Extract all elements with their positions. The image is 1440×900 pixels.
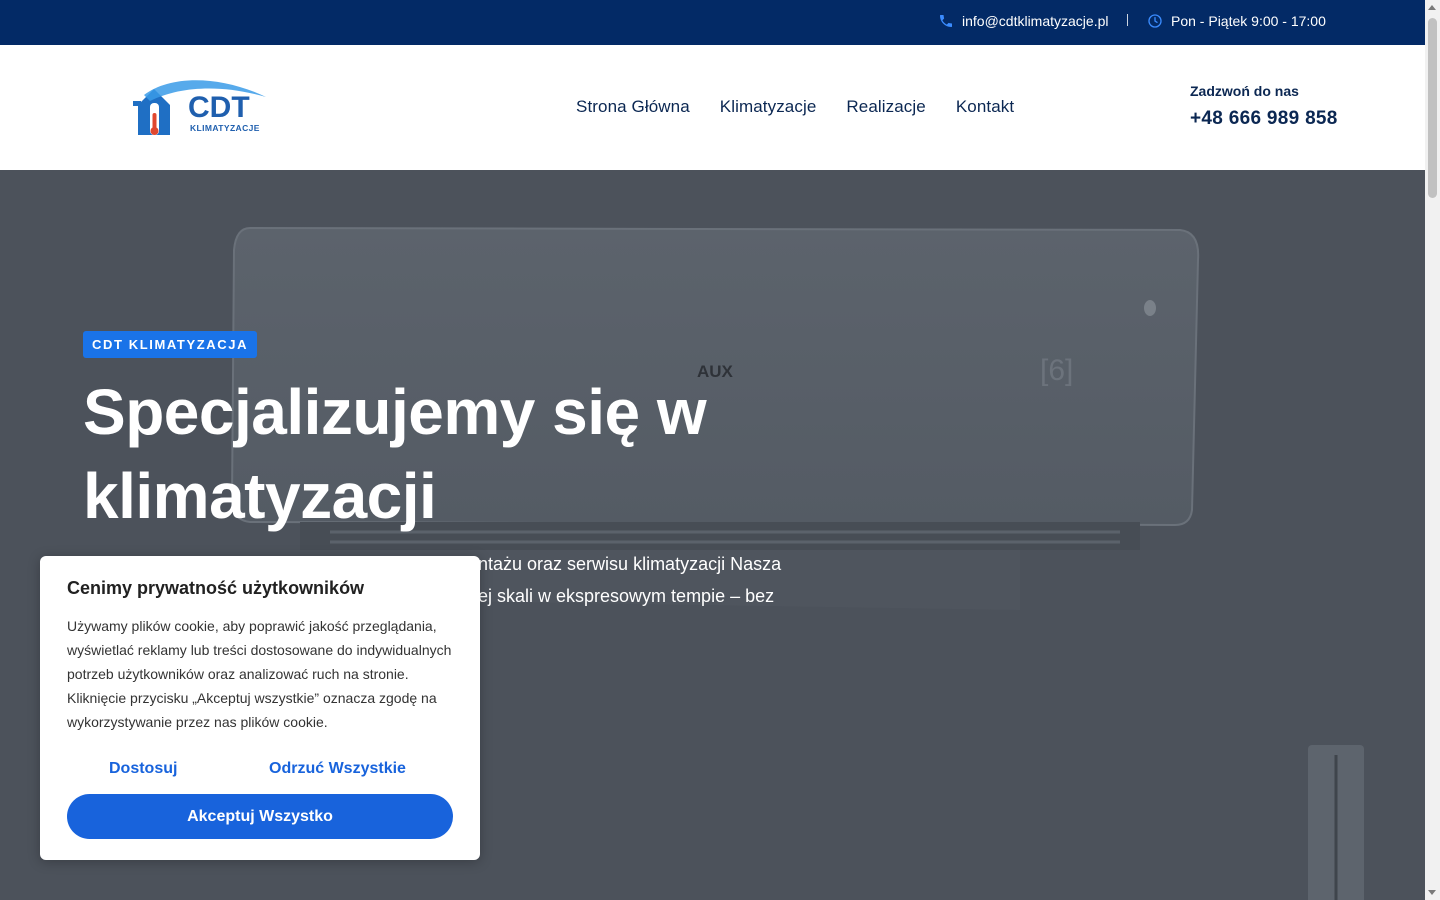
phone-icon <box>938 13 954 29</box>
topbar-separator <box>1127 14 1128 26</box>
scroll-up-arrow-icon[interactable] <box>1428 5 1436 10</box>
logo-sub: KLIMATYZACJE <box>190 123 260 133</box>
nav-item-contact[interactable]: Kontakt <box>956 97 1014 117</box>
scrollbar-thumb[interactable] <box>1428 18 1437 198</box>
topbar-email-text: info@cdtklimatyzacje.pl <box>962 13 1109 29</box>
clock-icon <box>1147 13 1163 29</box>
call-box: Zadzwoń do nas +48 666 989 858 <box>1190 83 1338 130</box>
topbar-hours: Pon - Piątek 9:00 - 17:00 <box>1147 13 1326 29</box>
main-nav: Strona Główna Klimatyzacje Realizacje Ko… <box>576 97 1014 117</box>
site-logo[interactable]: CDT KLIMATYZACJE <box>130 75 270 139</box>
topbar-hours-text: Pon - Piątek 9:00 - 17:00 <box>1171 13 1326 29</box>
top-bar: info@cdtklimatyzacje.pl Pon - Piątek 9:0… <box>0 0 1425 45</box>
nav-item-air-conditioning[interactable]: Klimatyzacje <box>720 97 817 117</box>
topbar-email[interactable]: info@cdtklimatyzacje.pl <box>938 13 1109 29</box>
cookie-text: Używamy plików cookie, aby poprawić jako… <box>67 618 452 730</box>
page-scrollbar[interactable] <box>1425 0 1440 900</box>
hero-title: Specjalizujemy się w klimatyzacji <box>83 376 707 532</box>
nav-item-home[interactable]: Strona Główna <box>576 97 690 117</box>
cookie-consent-banner: Cenimy prywatność użytkowników Używamy p… <box>40 556 480 860</box>
svg-text:[6]: [6] <box>1040 354 1073 387</box>
cookie-reject-all-button[interactable]: Odrzuć Wszystkie <box>269 760 406 778</box>
cookie-accept-all-button[interactable]: Akceptuj Wszystko <box>67 794 453 839</box>
logo-brand: CDT <box>188 91 250 124</box>
hero-badge: CDT KLIMATYZACJA <box>83 331 258 358</box>
cookie-title: Cenimy prywatność użytkowników <box>67 578 365 598</box>
scroll-down-arrow-icon[interactable] <box>1428 890 1436 895</box>
call-label: Zadzwoń do nas <box>1190 83 1299 99</box>
call-number[interactable]: +48 666 989 858 <box>1190 108 1338 130</box>
nav-item-projects[interactable]: Realizacje <box>846 97 925 117</box>
site-header: CDT KLIMATYZACJE Strona Główna Klimatyza… <box>0 45 1425 170</box>
cookie-customize-button[interactable]: Dostosuj <box>109 760 177 778</box>
